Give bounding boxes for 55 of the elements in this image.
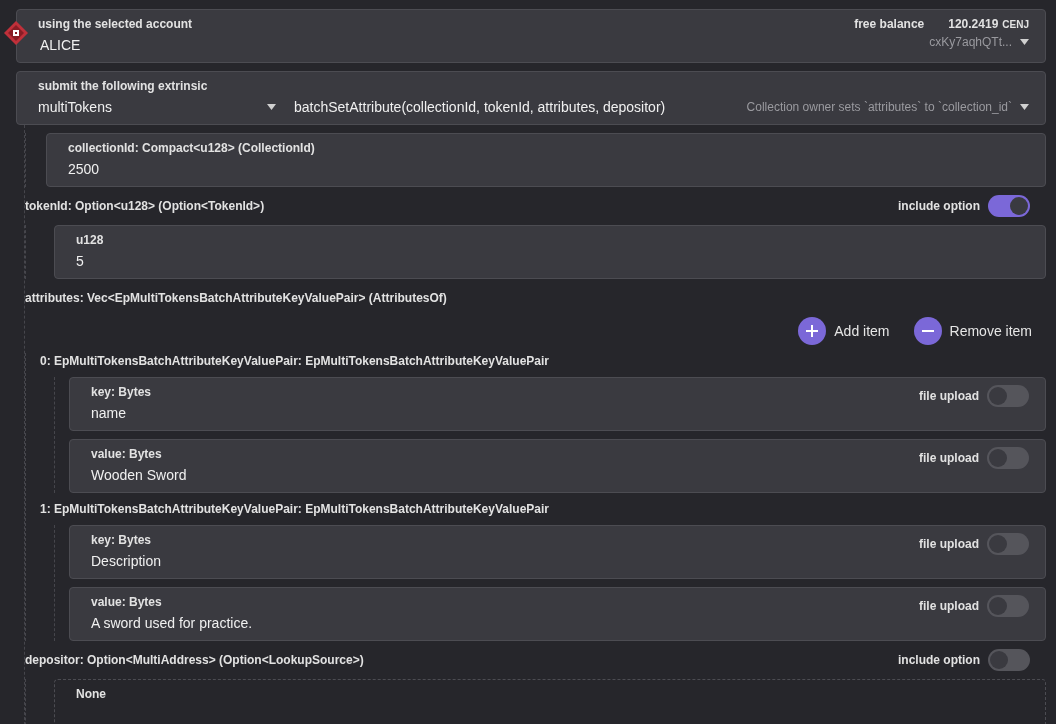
section-value[interactable]: multiTokens <box>38 99 112 115</box>
toggle-switch[interactable] <box>988 195 1030 217</box>
item-label: 1: EpMultiTokensBatchAttributeKeyValuePair: EpMultiTokensBatchAttributeKeyValuePair <box>40 502 549 516</box>
toggle-switch[interactable] <box>987 533 1029 555</box>
balance-label: free balance <box>854 17 925 31</box>
field-value: A sword used for practice. <box>91 615 254 631</box>
field-value: Description <box>91 553 163 569</box>
field-value: 5 <box>76 253 85 269</box>
toggle-label: file upload <box>919 537 979 551</box>
field-label: None <box>76 687 107 701</box>
toggle-label: file upload <box>919 389 979 403</box>
account-name: ALICE <box>39 37 82 53</box>
account-selector[interactable]: using the selected account ALICE free balance 120.2419 CENJ cxKy7aqhQTt... <box>16 9 1046 63</box>
toggle-label: include option <box>898 653 980 667</box>
caret-icon <box>1020 104 1029 110</box>
toggle-switch[interactable] <box>987 447 1029 469</box>
field-label: key: Bytes <box>91 533 153 547</box>
input-field[interactable]: value: Bytes A sword used for practice. file upload <box>69 587 1046 641</box>
param-label: tokenId: Option<u128> (Option<TokenId>) <box>25 199 265 213</box>
input-field[interactable]: collectionId: Compact<u128> (CollectionId) 2500 <box>46 133 1046 187</box>
param-label: attributes: Vec<EpMultiTokensBatchAttributeKeyValuePair> (AttributesOf) <box>25 291 447 305</box>
input-field[interactable]: key: Bytes Description file upload <box>69 525 1046 579</box>
item-label: 0: EpMultiTokensBatchAttributeKeyValuePair: EpMultiTokensBatchAttributeKeyValuePair <box>40 354 549 368</box>
field-value: name <box>91 405 128 421</box>
toggle-label: file upload <box>919 451 979 465</box>
balance-value: 120.2419 <box>948 17 999 31</box>
balance-unit: CENJ <box>1002 18 1029 30</box>
field-value: 2500 <box>68 161 101 177</box>
field-label: using the selected account <box>38 17 194 31</box>
toggle-switch[interactable] <box>988 649 1030 671</box>
field-value: Wooden Sword <box>91 467 188 483</box>
toggle-label: include option <box>898 199 980 213</box>
extrinsic-selector[interactable]: submit the following extrinsic multiTokens batchSetAttribute(collectionId, tokenId, attributes, depositor) Collection owner sets `attributes` to `collection_id` <box>16 71 1046 125</box>
input-field[interactable]: u128 5 <box>54 225 1046 279</box>
input-field[interactable]: value: Bytes Wooden Sword file upload <box>69 439 1046 493</box>
add-item-button[interactable]: Add item <box>798 317 890 345</box>
caret-icon <box>1020 39 1029 45</box>
field-label: value: Bytes <box>91 595 163 609</box>
minus-icon <box>913 317 942 345</box>
method-description: Collection owner sets `attributes` to `collection_id` <box>746 100 1012 114</box>
method-value[interactable]: batchSetAttribute(collectionId, tokenId, attributes, depositor) <box>294 99 666 115</box>
param-label: depositor: Option<MultiAddress> (Option<LookupSource>) <box>25 653 364 667</box>
plus-icon <box>798 317 827 345</box>
account-address: cxKy7aqhQTt... <box>929 35 1012 49</box>
input-field[interactable]: key: Bytes name file upload <box>69 377 1046 431</box>
field-label: submit the following extrinsic <box>38 79 209 93</box>
toggle-switch[interactable] <box>987 595 1029 617</box>
caret-icon <box>267 104 276 110</box>
field-label: value: Bytes <box>91 447 163 461</box>
toggle-switch[interactable] <box>987 385 1029 407</box>
field-label: u128 <box>76 233 105 247</box>
field-label: key: Bytes <box>91 385 153 399</box>
field-label: collectionId: Compact<u128> (CollectionId) <box>68 141 316 155</box>
toggle-label: file upload <box>919 599 979 613</box>
remove-item-button[interactable]: Remove item <box>913 317 1032 345</box>
